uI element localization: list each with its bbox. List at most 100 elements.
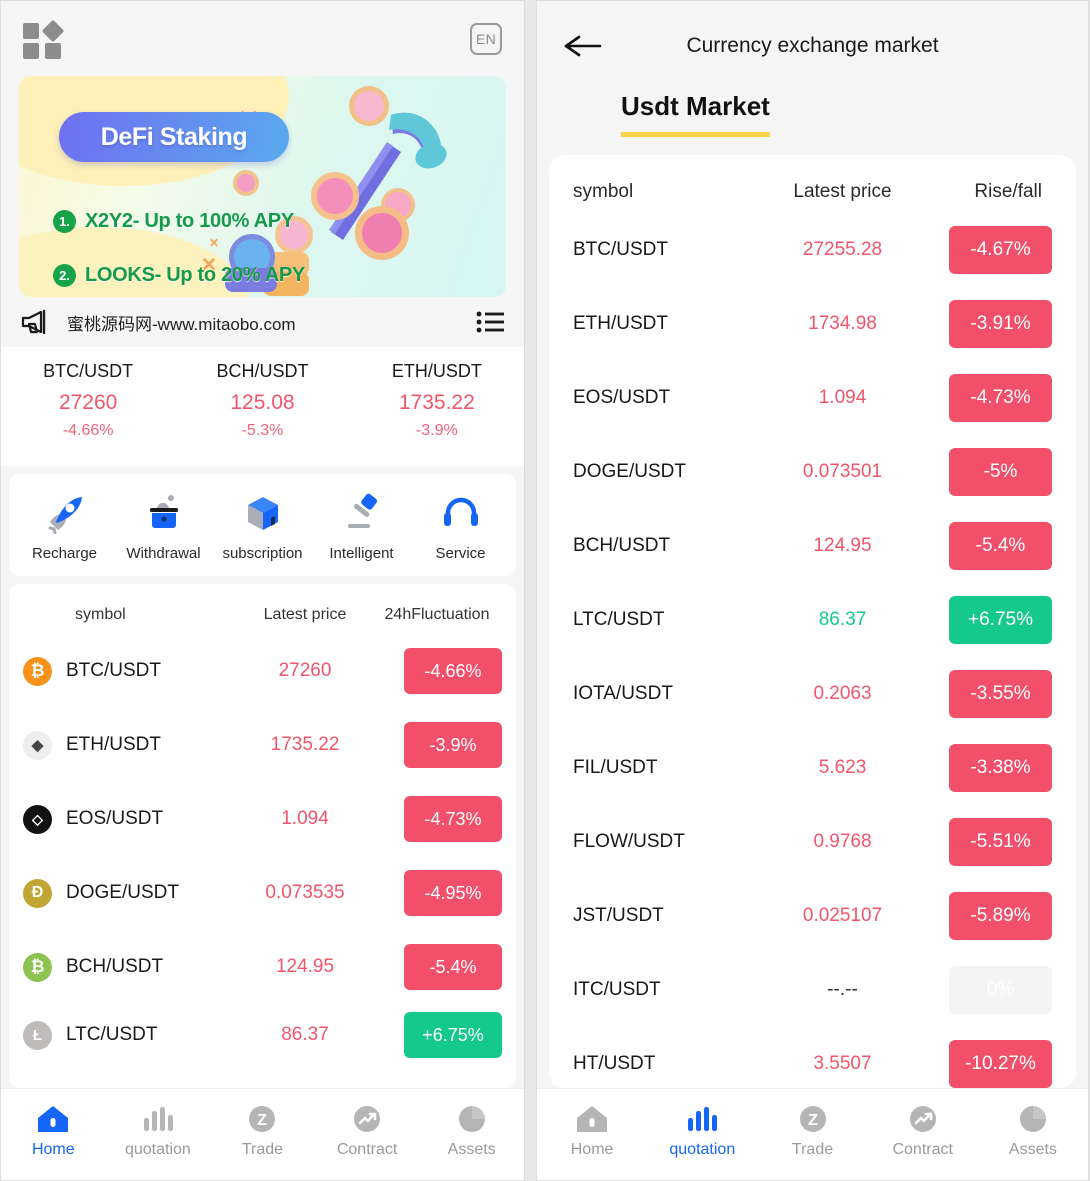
nav-item-trade[interactable]: Z Trade	[210, 1104, 315, 1159]
row-symbol: FLOW/USDT	[573, 831, 685, 852]
nav-item-contract[interactable]: Contract	[868, 1104, 978, 1159]
banner-item-1-text: X2Y2- Up to 100% APY	[85, 210, 294, 232]
nav-label: Home	[31, 1141, 75, 1158]
banner-item-2: 2. LOOKS- Up to 20% APY	[53, 264, 305, 287]
ticker-symbol: BTC/USDT	[43, 361, 134, 381]
nav-item-home[interactable]: Home	[537, 1104, 647, 1159]
row-price: 0.073535	[265, 882, 345, 903]
row-symbol: JST/USDT	[573, 905, 664, 926]
ticker-item[interactable]: BCH/USDT 125.08 -5.3%	[175, 361, 349, 440]
nav-label: quotation	[669, 1141, 736, 1158]
action-label: Intelligent	[329, 545, 394, 562]
nav-label: Trade	[241, 1141, 284, 1158]
announcement-text: 蜜桃源码网-www.mitaobo.com	[67, 314, 296, 334]
right-header: Currency exchange market	[537, 1, 1088, 91]
grid-menu-icon[interactable]	[23, 19, 65, 59]
eth-coin-icon: ◆	[23, 730, 52, 760]
row-price: 0.025107	[802, 905, 883, 926]
bars-icon	[143, 1107, 173, 1131]
row-change-badge: -3.91%	[949, 300, 1052, 348]
nav-item-quotation[interactable]: quotation	[647, 1104, 757, 1159]
list-item[interactable]: LTC/USDT 86.37 +6.75%	[549, 583, 1076, 657]
nav-label: Trade	[791, 1141, 834, 1158]
header-symbol: symbol	[75, 606, 126, 623]
row-symbol: EOS/USDT	[573, 387, 671, 408]
list-item[interactable]: FLOW/USDT 0.9768 -5.51%	[549, 805, 1076, 879]
row-symbol: ETH/USDT	[573, 313, 668, 334]
tab-usdt-market[interactable]: Usdt Market	[621, 91, 770, 137]
action-withdrawal[interactable]: Withdrawal	[114, 492, 213, 562]
nav-item-quotation[interactable]: quotation	[106, 1104, 211, 1159]
headset-icon	[443, 497, 478, 526]
nav-item-home[interactable]: Home	[1, 1104, 106, 1159]
row-symbol: LTC/USDT	[66, 1024, 158, 1045]
market-list-header: symbol Latest price Rise/fall	[549, 155, 1076, 213]
list-item[interactable]: BTC/USDT 27255.28 -4.67%	[549, 213, 1076, 287]
action-label: Withdrawal	[126, 545, 201, 562]
quick-actions: Recharge Withdrawal subscription Intelli…	[9, 474, 516, 576]
list-item[interactable]: DOGE/USDT 0.073501 -5%	[549, 435, 1076, 509]
action-label: subscription	[222, 545, 303, 562]
row-price: 86.37	[818, 609, 867, 630]
announcement-bar[interactable]: 蜜桃源码网-www.mitaobo.com	[1, 297, 524, 347]
nav-item-assets[interactable]: Assets	[419, 1104, 524, 1159]
row-price: 27260	[278, 660, 332, 681]
list-item[interactable]: IOTA/USDT 0.2063 -3.55%	[549, 657, 1076, 731]
back-arrow-icon[interactable]	[563, 33, 603, 59]
list-item[interactable]: JST/USDT 0.025107 -5.89%	[549, 879, 1076, 953]
action-intelligent[interactable]: Intelligent	[312, 492, 411, 562]
table-row[interactable]: ◆ ETH/USDT 1735.22 -3.9%	[9, 708, 516, 782]
nav-item-assets[interactable]: Assets	[978, 1104, 1088, 1159]
btc-coin-icon: ₿	[23, 656, 52, 686]
row-price: 1734.98	[808, 313, 877, 334]
row-price: 0.9768	[813, 831, 872, 852]
svg-text:Z: Z	[258, 1112, 268, 1129]
defi-staking-banner[interactable]: ✕ ✕ ✕ ✕ DeFi Staking 1. X2Y2- Up to 100%…	[19, 76, 506, 297]
list-item[interactable]: HT/USDT 3.5507 -10.27%	[549, 1027, 1076, 1088]
language-toggle-button[interactable]: EN	[470, 22, 502, 55]
ticker-price: 125.08	[230, 391, 295, 414]
list-item[interactable]: ETH/USDT 1734.98 -3.91%	[549, 287, 1076, 361]
header-change: 24hFluctuation	[384, 606, 490, 623]
market-table-header: symbol Latest price 24hFluctuation	[9, 590, 516, 634]
table-row[interactable]: Đ DOGE/USDT 0.073535 -4.95%	[9, 856, 516, 930]
action-service[interactable]: Service	[411, 492, 510, 562]
nav-label: Contract	[892, 1141, 953, 1158]
row-change-badge: -5.4%	[404, 944, 502, 990]
list-item[interactable]: FIL/USDT 5.623 -3.38%	[549, 731, 1076, 805]
nav-item-contract[interactable]: Contract	[315, 1104, 420, 1159]
table-row[interactable]: Ł LTC/USDT 86.37 +6.75%	[9, 1004, 516, 1072]
list-item[interactable]: BCH/USDT 124.95 -5.4%	[549, 509, 1076, 583]
header-change: Rise/fall	[974, 181, 1042, 202]
row-symbol: ETH/USDT	[66, 734, 161, 755]
action-label: Recharge	[31, 545, 98, 562]
row-price: 1.094	[818, 387, 867, 408]
action-recharge[interactable]: Recharge	[15, 492, 114, 562]
promo-banner-wrap: ✕ ✕ ✕ ✕ DeFi Staking 1. X2Y2- Up to 100%…	[1, 76, 524, 297]
row-symbol: BCH/USDT	[66, 956, 164, 977]
table-row[interactable]: ₿ BCH/USDT 124.95 -5.4%	[9, 930, 516, 1004]
list-icon[interactable]	[476, 311, 504, 333]
svg-text:Z: Z	[808, 1112, 818, 1129]
list-item[interactable]: EOS/USDT 1.094 -4.73%	[549, 361, 1076, 435]
row-change-badge: -4.73%	[949, 374, 1052, 422]
row-change-badge: -4.73%	[404, 796, 502, 842]
banner-item-1: 1. X2Y2- Up to 100% APY	[53, 210, 294, 233]
row-change-badge: -5.4%	[949, 522, 1052, 570]
table-row[interactable]: ◇ EOS/USDT 1.094 -4.73%	[9, 782, 516, 856]
table-row[interactable]: ₿ BTC/USDT 27260 -4.66%	[9, 634, 516, 708]
list-item[interactable]: ITC/USDT --.-- 0%	[549, 953, 1076, 1027]
action-label: Service	[435, 545, 486, 562]
action-subscription[interactable]: subscription	[213, 492, 312, 562]
ticker-item[interactable]: BTC/USDT 27260 -4.66%	[1, 361, 175, 440]
ticker-item[interactable]: ETH/USDT 1735.22 -3.9%	[350, 361, 524, 440]
row-change-badge: +6.75%	[404, 1012, 502, 1058]
row-change-badge: -5%	[949, 448, 1052, 496]
nav-item-trade[interactable]: Z Trade	[757, 1104, 867, 1159]
market-tabs: Usdt Market	[537, 91, 1088, 137]
row-price: 5.623	[818, 757, 867, 778]
nav-label: Home	[570, 1141, 614, 1158]
row-symbol: BCH/USDT	[573, 535, 671, 556]
row-symbol: BTC/USDT	[573, 239, 668, 260]
home-icon	[577, 1106, 608, 1132]
